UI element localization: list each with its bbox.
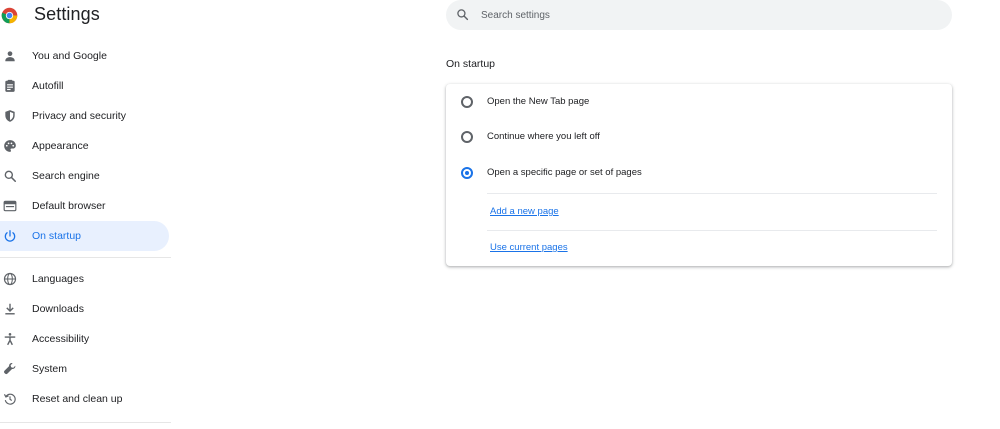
- browser-icon: [3, 199, 17, 213]
- sidebar-item-label: Languages: [32, 273, 84, 285]
- page-title: Settings: [34, 4, 100, 24]
- sidebar-item-search-engine[interactable]: Search engine: [0, 161, 169, 191]
- radio-label: Open the New Tab page: [487, 96, 590, 107]
- radio-button-continue[interactable]: [461, 131, 473, 143]
- radio-button-specific-pages[interactable]: [461, 167, 473, 179]
- sidebar-item-label: System: [32, 363, 68, 375]
- sidebar-item-label: Accessibility: [32, 333, 90, 345]
- sidebar-item-default-browser[interactable]: Default browser: [0, 191, 169, 221]
- add-new-page-link[interactable]: Add a new page: [490, 206, 559, 217]
- sidebar-divider: [0, 257, 171, 258]
- chrome-logo-icon: [1, 7, 18, 24]
- clipboard-icon: [3, 79, 17, 93]
- search-icon: [3, 169, 17, 183]
- search-input[interactable]: [479, 0, 939, 30]
- sidebar-item-label: Default browser: [32, 200, 106, 212]
- startup-option-continue[interactable]: Continue where you left off: [446, 120, 952, 154]
- palette-icon: [3, 139, 17, 153]
- power-icon: [3, 229, 17, 243]
- card-divider: [487, 193, 937, 194]
- sidebar-item-privacy[interactable]: Privacy and security: [0, 101, 169, 131]
- sidebar-item-system[interactable]: System: [0, 354, 169, 384]
- sidebar-item-on-startup[interactable]: On startup: [0, 221, 169, 251]
- startup-option-specific-pages[interactable]: Open a specific page or set of pages: [446, 156, 952, 190]
- accessibility-icon: [3, 332, 17, 346]
- wrench-icon: [3, 362, 17, 376]
- sidebar: Settings You and Google Autofill Privacy…: [0, 0, 175, 423]
- shield-icon: [3, 109, 17, 123]
- sidebar-divider: [0, 422, 171, 423]
- sidebar-nav: You and Google Autofill Privacy and secu…: [0, 41, 175, 429]
- search-icon: [456, 8, 469, 21]
- sidebar-item-you-and-google[interactable]: You and Google: [0, 41, 169, 71]
- sidebar-item-label: Downloads: [32, 303, 84, 315]
- startup-options-card: Open the New Tab page Continue where you…: [446, 84, 952, 266]
- startup-option-new-tab[interactable]: Open the New Tab page: [446, 85, 952, 119]
- radio-label: Continue where you left off: [487, 131, 600, 142]
- person-icon: [3, 49, 17, 63]
- radio-label: Open a specific page or set of pages: [487, 167, 642, 178]
- sidebar-item-label: Privacy and security: [32, 110, 126, 122]
- sidebar-item-label: On startup: [32, 230, 82, 242]
- section-title: On startup: [446, 58, 496, 70]
- sidebar-item-downloads[interactable]: Downloads: [0, 294, 169, 324]
- card-divider: [487, 230, 937, 231]
- sidebar-item-accessibility[interactable]: Accessibility: [0, 324, 169, 354]
- sidebar-item-label: Search engine: [32, 170, 100, 182]
- sidebar-item-label: Autofill: [32, 80, 64, 92]
- sidebar-item-label: You and Google: [32, 50, 107, 62]
- sidebar-item-appearance[interactable]: Appearance: [0, 131, 169, 161]
- sidebar-item-label: Appearance: [32, 140, 89, 152]
- globe-icon: [3, 272, 17, 286]
- sidebar-item-reset[interactable]: Reset and clean up: [0, 384, 169, 414]
- search-bar[interactable]: [446, 0, 952, 30]
- sidebar-item-languages[interactable]: Languages: [0, 264, 169, 294]
- sidebar-item-label: Reset and clean up: [32, 393, 123, 405]
- radio-button-new-tab[interactable]: [461, 96, 473, 108]
- download-icon: [3, 302, 17, 316]
- restore-icon: [3, 392, 17, 406]
- use-current-pages-link[interactable]: Use current pages: [490, 242, 568, 253]
- sidebar-item-autofill[interactable]: Autofill: [0, 71, 169, 101]
